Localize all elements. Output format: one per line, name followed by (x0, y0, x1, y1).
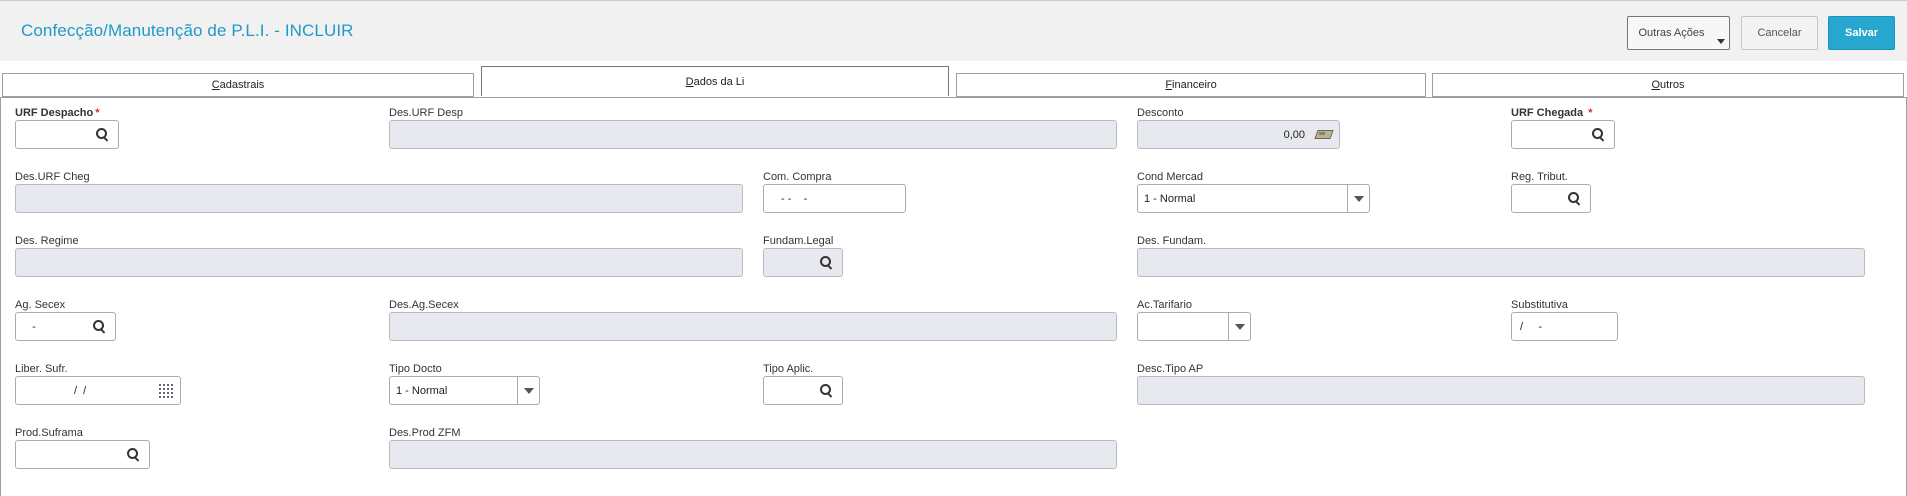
des-fundam-field (1137, 248, 1865, 277)
page-title: Confecção/Manutenção de P.L.I. - INCLUIR (21, 21, 354, 40)
tab-panel-dados-da-li (0, 97, 1907, 496)
tipo-docto-label: Tipo Docto (389, 363, 442, 375)
fundam-legal-field[interactable] (763, 248, 843, 277)
search-icon[interactable] (126, 447, 142, 463)
des-prod-zfm-label: Des.Prod ZFM (389, 427, 461, 439)
search-icon[interactable] (92, 319, 108, 335)
tipo-docto-select[interactable]: 1 - Normal (389, 376, 540, 405)
des-urf-cheg-label: Des.URF Cheg (15, 171, 90, 183)
calendar-icon[interactable] (159, 384, 175, 398)
des-fundam-label: Des. Fundam. (1137, 235, 1207, 247)
substitutiva-field[interactable]: / - (1511, 312, 1618, 341)
tab-financeiro[interactable]: Financeiro (956, 73, 1426, 97)
ag-secex-field[interactable]: - (15, 312, 116, 341)
desconto-label: Desconto (1137, 107, 1184, 119)
required-marker: * (95, 107, 100, 119)
des-ag-secex-label: Des.Ag.Secex (389, 299, 459, 311)
liber-sufr-label: Liber. Sufr. (15, 363, 68, 375)
prod-suframa-label: Prod.Suframa (15, 427, 83, 439)
ag-secex-label: Ag. Secex (15, 299, 66, 311)
des-prod-zfm-field (389, 440, 1117, 469)
des-ag-secex-field (389, 312, 1117, 341)
required-marker: * (1588, 107, 1593, 119)
tab-label: Cadastrais (211, 79, 265, 91)
reg-tribut-label: Reg. Tribut. (1511, 171, 1568, 183)
save-button[interactable]: Salvar (1828, 16, 1895, 50)
tab-label: Dados da Li (685, 75, 745, 88)
tab-label: Financeiro (1165, 79, 1217, 91)
search-icon[interactable] (95, 127, 111, 143)
other-actions-label: Outras Ações (1638, 27, 1705, 39)
search-icon[interactable] (1567, 191, 1583, 207)
cond-mercad-select[interactable]: 1 - Normal (1137, 184, 1370, 213)
tipo-aplic-field[interactable] (763, 376, 843, 405)
chevron-down-icon[interactable] (1347, 185, 1369, 212)
urf-chegada-label: URF Chegada * (1511, 107, 1593, 119)
fundam-legal-label: Fundam.Legal (763, 235, 834, 247)
com-compra-field[interactable]: - - - (763, 184, 906, 213)
search-icon[interactable] (1591, 127, 1607, 143)
chevron-down-icon[interactable] (1228, 313, 1250, 340)
des-urf-desp-label: Des.URF Desp (389, 107, 463, 119)
tab-dados-da-li[interactable]: Dados da Li (481, 66, 949, 96)
money-icon[interactable] (1315, 128, 1333, 140)
des-urf-cheg-field (15, 184, 743, 213)
tipo-aplic-label: Tipo Aplic. (763, 363, 814, 375)
urf-despacho-label: URF Despacho * (15, 107, 100, 119)
ac-tarifario-select[interactable] (1137, 312, 1251, 341)
des-regime-field (15, 248, 743, 277)
substitutiva-label: Substitutiva (1511, 299, 1568, 311)
desc-tipo-ap-field (1137, 376, 1865, 405)
ac-tarifario-label: Ac.Tarifario (1137, 299, 1193, 311)
tab-cadastrais[interactable]: Cadastrais (2, 73, 474, 97)
liber-sufr-date-field[interactable]: / / (15, 376, 181, 405)
urf-despacho-field[interactable] (15, 120, 119, 149)
tab-outros[interactable]: Outros (1432, 73, 1904, 97)
desc-tipo-ap-label: Desc.Tipo AP (1137, 363, 1204, 375)
page-header: Confecção/Manutenção de P.L.I. - INCLUIR… (0, 1, 1907, 61)
chevron-down-icon[interactable] (517, 377, 539, 404)
other-actions-button[interactable]: Outras Ações (1627, 16, 1730, 50)
com-compra-label: Com. Compra (763, 171, 832, 183)
tab-label: Outros (1651, 79, 1685, 91)
reg-tribut-field[interactable] (1511, 184, 1591, 213)
desconto-field[interactable]: 0,00 (1137, 120, 1340, 149)
urf-chegada-field[interactable] (1511, 120, 1615, 149)
chevron-down-icon (1717, 39, 1725, 44)
search-icon[interactable] (819, 383, 835, 399)
des-urf-desp-field (389, 120, 1117, 149)
cancel-button[interactable]: Cancelar (1741, 16, 1818, 50)
cond-mercad-label: Cond Mercad (1137, 171, 1204, 183)
search-icon[interactable] (819, 255, 835, 271)
des-regime-label: Des. Regime (15, 235, 79, 247)
prod-suframa-field[interactable] (15, 440, 150, 469)
